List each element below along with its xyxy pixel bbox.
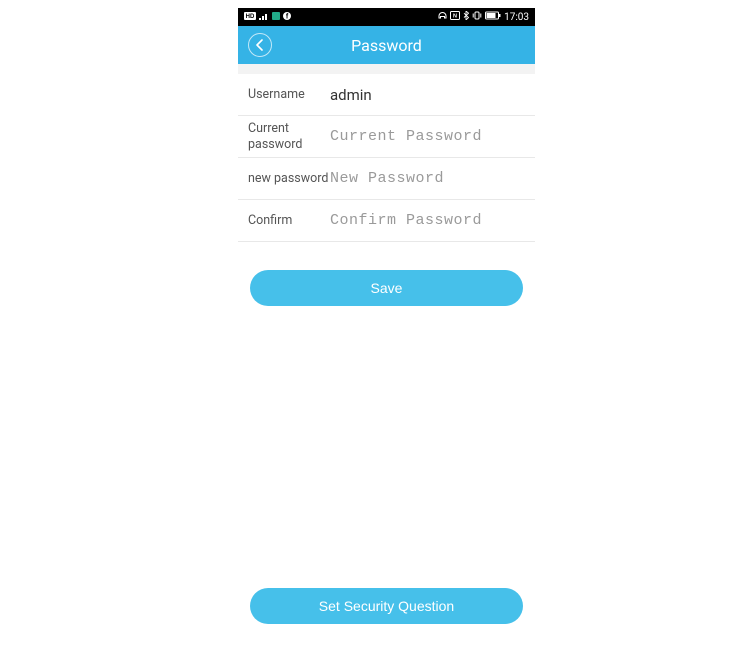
facebook-icon: f — [283, 12, 291, 23]
chevron-left-icon — [255, 39, 265, 51]
battery-icon — [485, 11, 501, 23]
status-left: HD f — [244, 12, 291, 23]
svg-text:HD: HD — [246, 14, 255, 20]
confirm-password-input[interactable] — [330, 212, 525, 229]
save-button[interactable]: Save — [250, 270, 523, 306]
confirm-password-label: Confirm — [248, 213, 330, 229]
content-spacer — [238, 306, 535, 588]
app-header: Password — [238, 26, 535, 64]
page-title: Password — [238, 36, 535, 55]
hd-icon: HD — [244, 12, 256, 23]
new-password-input[interactable] — [330, 170, 525, 187]
android-status-bar: HD f N — [238, 8, 535, 26]
current-password-label: Current password — [248, 121, 330, 152]
current-password-row: Current password — [238, 116, 535, 158]
headphone-icon — [438, 11, 447, 23]
confirm-password-row: Confirm — [238, 200, 535, 242]
current-password-input[interactable] — [330, 128, 525, 145]
back-button[interactable] — [248, 33, 272, 57]
status-time: 17:03 — [504, 12, 529, 23]
username-row: Username admin — [238, 74, 535, 116]
username-label: Username — [248, 87, 330, 103]
app-icon — [272, 12, 280, 23]
nfc-icon: N — [450, 11, 460, 23]
new-password-label: new password — [248, 171, 330, 187]
vibrate-icon — [472, 11, 482, 23]
header-divider — [238, 64, 535, 74]
bluetooth-icon — [463, 11, 469, 23]
set-security-question-button[interactable]: Set Security Question — [250, 588, 523, 624]
phone-frame: HD f N — [238, 8, 535, 638]
signal-icon — [259, 12, 269, 23]
status-right: N 17:03 — [438, 11, 529, 23]
new-password-row: new password — [238, 158, 535, 200]
svg-text:N: N — [453, 14, 457, 20]
username-value: admin — [330, 86, 372, 104]
